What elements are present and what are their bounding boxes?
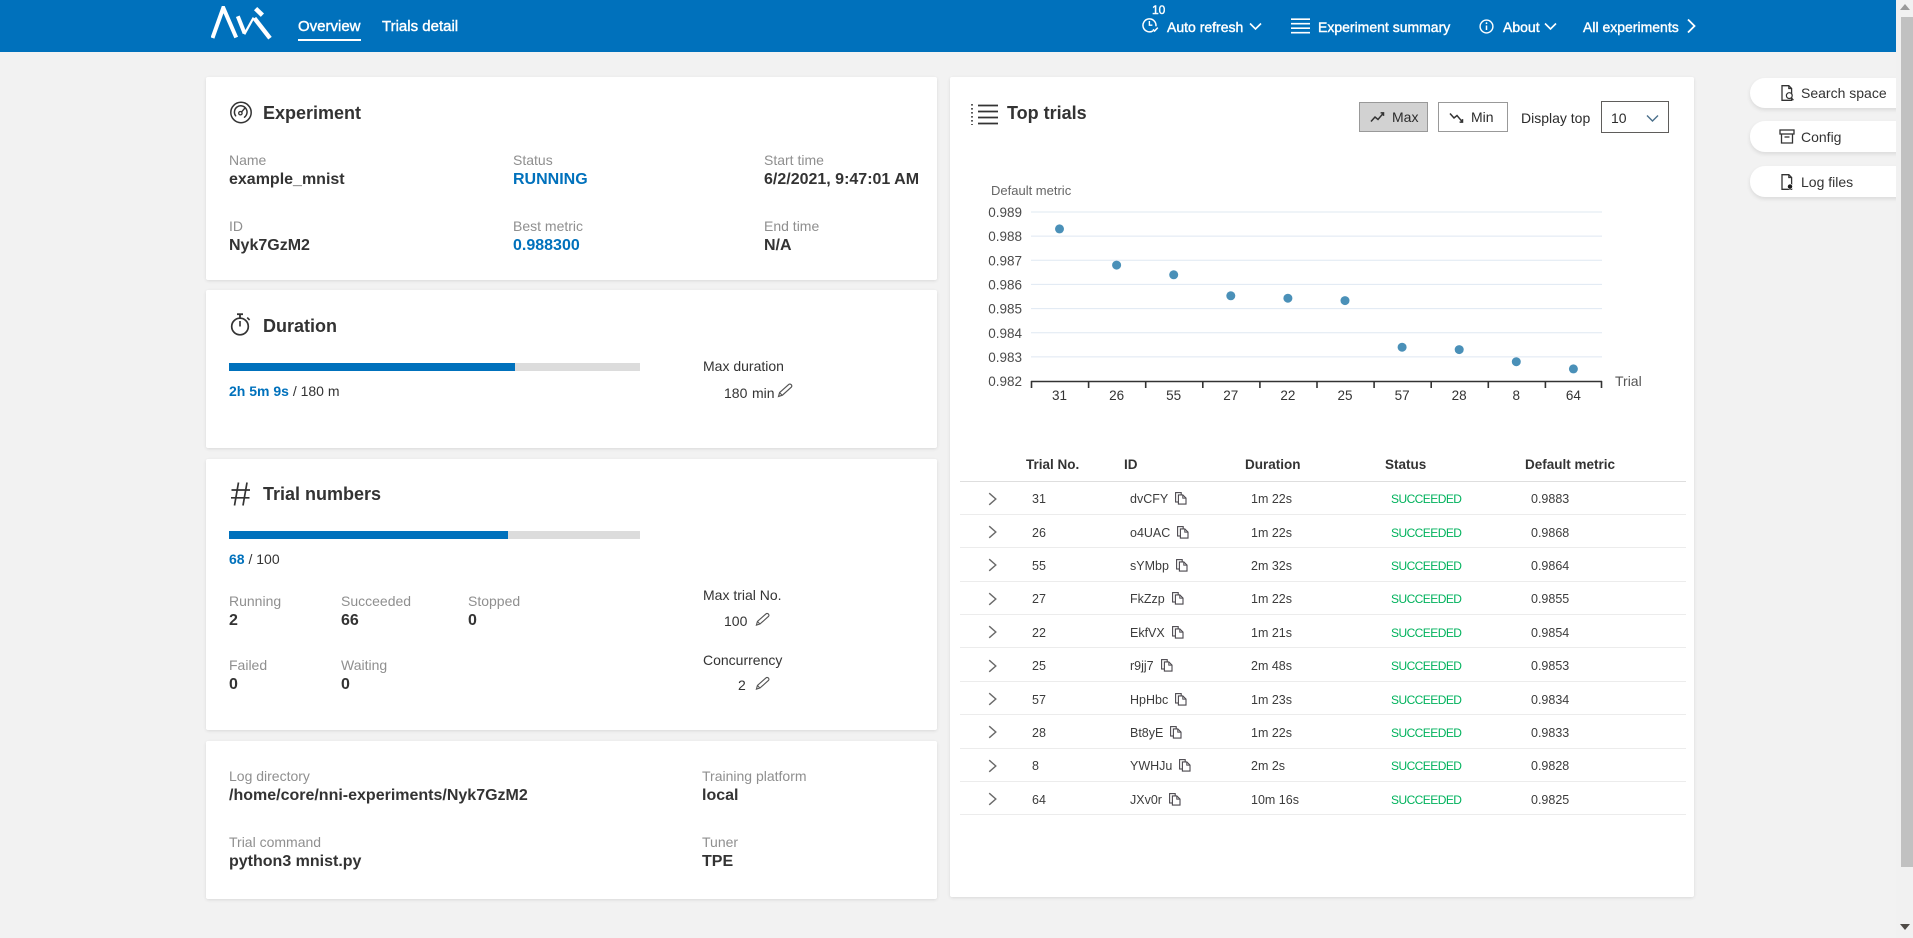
svg-text:0.987: 0.987 — [988, 253, 1022, 268]
svg-text:26: 26 — [1109, 388, 1124, 403]
svg-text:Default metric: Default metric — [991, 183, 1072, 198]
svg-text:Trial: Trial — [1615, 373, 1642, 389]
svg-text:0.986: 0.986 — [988, 278, 1022, 293]
svg-text:8: 8 — [1513, 388, 1521, 403]
svg-text:27: 27 — [1223, 388, 1238, 403]
svg-text:31: 31 — [1052, 388, 1067, 403]
svg-text:0.988: 0.988 — [988, 229, 1022, 244]
svg-text:57: 57 — [1395, 388, 1410, 403]
svg-text:0.984: 0.984 — [988, 326, 1022, 341]
svg-text:0.989: 0.989 — [988, 205, 1022, 220]
svg-text:55: 55 — [1166, 388, 1181, 403]
svg-text:22: 22 — [1280, 388, 1295, 403]
svg-text:0.985: 0.985 — [988, 302, 1022, 317]
svg-text:25: 25 — [1337, 388, 1352, 403]
svg-text:64: 64 — [1566, 388, 1582, 403]
svg-text:0.983: 0.983 — [988, 350, 1022, 365]
svg-text:28: 28 — [1452, 388, 1467, 403]
svg-text:0.982: 0.982 — [988, 374, 1022, 389]
